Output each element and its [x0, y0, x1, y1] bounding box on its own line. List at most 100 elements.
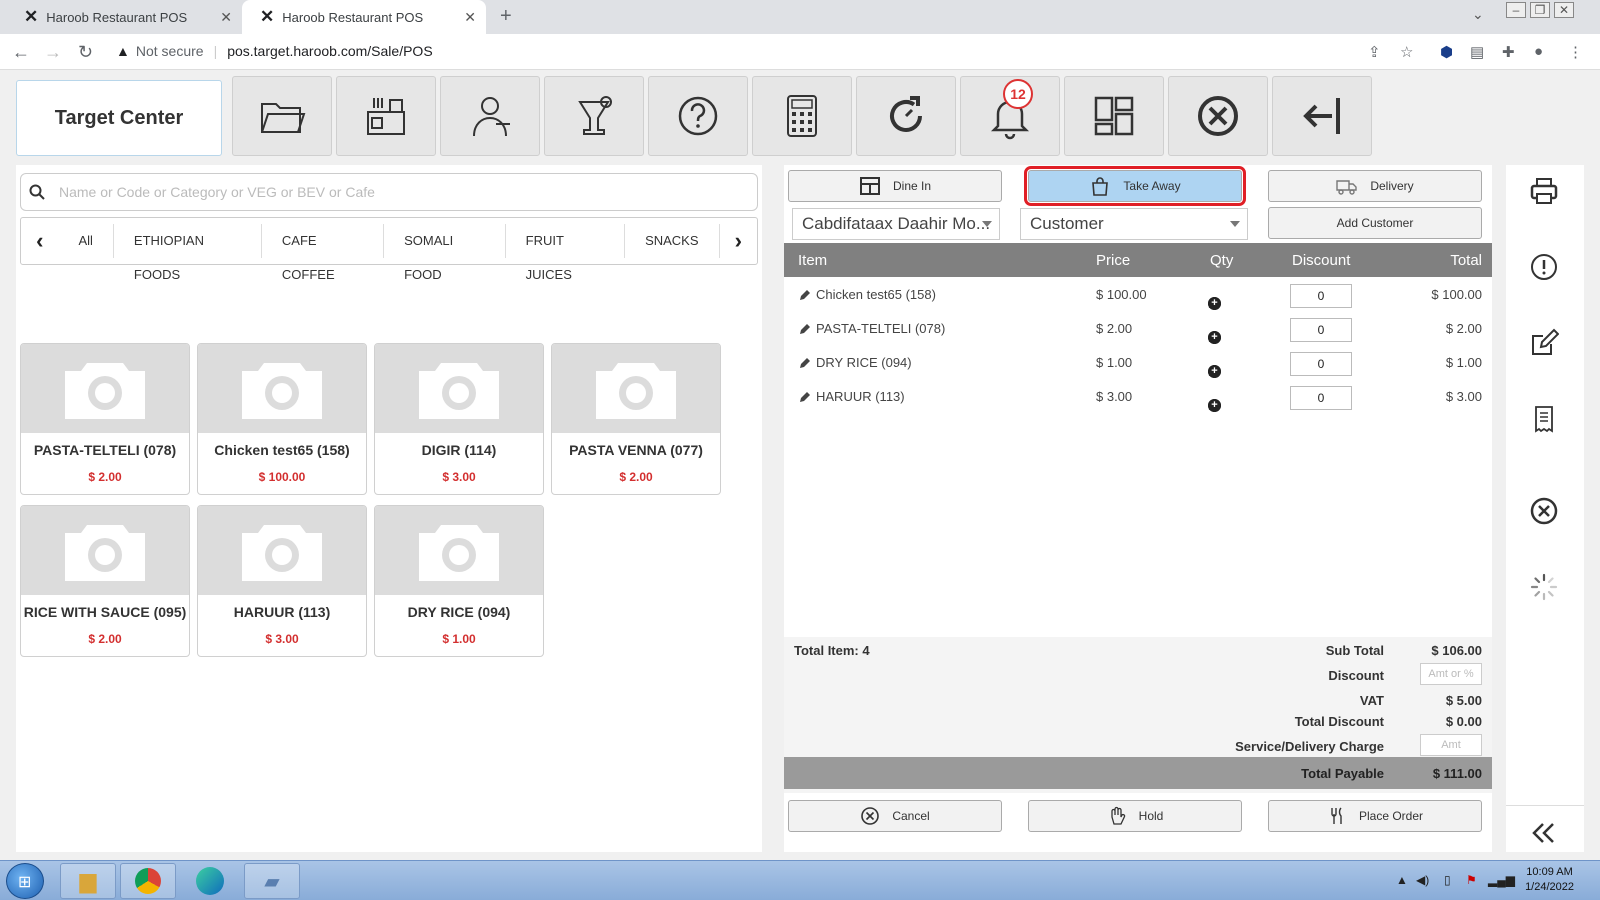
forward-arrow-icon[interactable]: → — [44, 42, 62, 63]
clock-date: 1/24/2022 — [1525, 881, 1574, 893]
open-folder-button[interactable] — [232, 76, 332, 156]
delivery-button[interactable]: Delivery — [1268, 170, 1482, 202]
receipt-button[interactable] — [1528, 403, 1560, 435]
order-item-total: $ 1.00 — [1445, 355, 1482, 370]
close-session-button[interactable] — [1168, 76, 1268, 156]
close-window-icon[interactable]: ✕ — [1554, 2, 1574, 18]
receipt-icon — [1535, 406, 1553, 433]
kitchen-button[interactable] — [336, 76, 436, 156]
category-ethiopian-foods[interactable]: ETHIOPIAN FOODS — [114, 224, 262, 282]
category-snacks[interactable]: SNACKS — [625, 224, 720, 258]
take-away-button[interactable]: Take Away — [1024, 166, 1246, 206]
bar-drinks-button[interactable] — [544, 76, 644, 156]
order-item-total: $ 3.00 — [1445, 389, 1482, 404]
void-button[interactable] — [1528, 495, 1560, 527]
minimize-window-icon[interactable]: – — [1506, 2, 1526, 18]
help-button[interactable] — [648, 76, 748, 156]
column-item: Item — [798, 252, 828, 269]
product-image — [375, 344, 543, 433]
product-card[interactable]: PASTA VENNA (077) $ 2.00 — [551, 343, 721, 495]
dashboard-button[interactable] — [1064, 76, 1164, 156]
customer-select[interactable]: Customer — [1020, 208, 1248, 240]
logout-button[interactable] — [1272, 76, 1372, 156]
taskbar-notepad[interactable]: ▰ — [244, 863, 300, 899]
discount-input[interactable]: 0 — [1290, 352, 1352, 376]
chevron-right-icon[interactable]: › — [720, 228, 757, 254]
waiter-select[interactable]: Cabdifataax Daahir Mo... — [792, 208, 1000, 240]
plus-circle-icon[interactable]: + — [1208, 399, 1221, 412]
bookmark-star-icon[interactable]: ☆ — [1400, 43, 1413, 61]
category-all[interactable]: All — [58, 224, 114, 258]
tab-close-icon[interactable]: ✕ — [220, 9, 232, 26]
profile-avatar-icon[interactable]: ● — [1534, 43, 1543, 60]
new-tab-icon[interactable]: + — [500, 5, 512, 28]
edit-pencil-icon[interactable] — [798, 357, 811, 370]
add-customer-button[interactable]: Add Customer — [1268, 207, 1482, 239]
category-cafe-coffee[interactable]: CAFE COFFEE — [262, 224, 385, 282]
url-field[interactable]: ▲ Not secure | pos.target.haroob.com/Sal… — [116, 43, 433, 59]
extension-shield-icon[interactable]: ⬢ — [1440, 43, 1453, 61]
product-card[interactable]: HARUUR (113) $ 3.00 — [197, 505, 367, 657]
taskbar-explorer[interactable]: ▆ — [60, 863, 116, 899]
discount-input[interactable]: 0 — [1290, 318, 1352, 342]
place-order-button[interactable]: Place Order — [1268, 800, 1482, 832]
category-fruit-juices[interactable]: FRUIT JUICES — [506, 224, 626, 282]
category-somali-food[interactable]: SOMALI FOOD — [384, 224, 506, 282]
browser-tab-active[interactable]: ✕ Haroob Restaurant POS ✕ — [242, 0, 486, 34]
plus-circle-icon[interactable]: + — [1208, 365, 1221, 378]
chevron-left-icon[interactable]: ‹ — [21, 228, 58, 254]
reload-icon[interactable]: ↻ — [78, 42, 93, 63]
print-button[interactable] — [1528, 175, 1560, 207]
clipboard-icon[interactable]: ▤ — [1470, 43, 1484, 61]
taskbar-chrome[interactable] — [120, 863, 176, 899]
search-input[interactable] — [59, 184, 659, 200]
system-clock[interactable]: 10:09 AM 1/24/2022 — [1525, 865, 1574, 895]
share-icon[interactable]: ⇪ — [1368, 43, 1381, 61]
battery-icon[interactable]: ▯ — [1444, 873, 1451, 887]
extensions-puzzle-icon[interactable]: ✚ — [1502, 43, 1515, 61]
cancel-circle-icon — [861, 807, 880, 825]
dine-in-button[interactable]: Dine In — [788, 170, 1002, 202]
action-center-flag-icon[interactable]: ⚑ — [1466, 873, 1477, 887]
folder-icon — [261, 103, 306, 133]
plus-circle-icon[interactable]: + — [1208, 297, 1221, 310]
tab-search-chevron-icon[interactable]: ⌄ — [1472, 6, 1484, 23]
order-item-total: $ 2.00 — [1445, 321, 1482, 336]
product-card[interactable]: RICE WITH SAUCE (095) $ 2.00 — [20, 505, 190, 657]
order-discount-input[interactable]: Amt or % — [1420, 663, 1482, 685]
browser-menu-icon[interactable]: ⋮ — [1568, 43, 1583, 61]
back-arrow-icon[interactable]: ← — [12, 42, 30, 63]
order-row: Chicken test65 (158) $ 100.00 −1+ 0 $ 10… — [784, 278, 1492, 312]
discount-input[interactable]: 0 — [1290, 386, 1352, 410]
edit-pencil-icon[interactable] — [798, 289, 811, 302]
refresh-timer-button[interactable] — [856, 76, 956, 156]
tab-close-icon[interactable]: ✕ — [464, 9, 476, 26]
order-row: DRY RICE (094) $ 1.00 −1+ 0 $ 1.00 — [784, 346, 1492, 380]
volume-icon[interactable]: ◀) — [1416, 873, 1429, 887]
product-card[interactable]: DRY RICE (094) $ 1.00 — [374, 505, 544, 657]
waiter-button[interactable] — [440, 76, 540, 156]
plus-circle-icon[interactable]: + — [1208, 331, 1221, 344]
product-card[interactable]: DIGIR (114) $ 3.00 — [374, 343, 544, 495]
drink-icon — [578, 96, 612, 135]
discount-input[interactable]: 0 — [1290, 284, 1352, 308]
collapse-button[interactable] — [1528, 817, 1560, 849]
network-signal-icon[interactable]: ▂▄▆ — [1488, 873, 1515, 887]
browser-tab[interactable]: ✕ Haroob Restaurant POS ✕ — [6, 0, 242, 34]
restore-window-icon[interactable]: ❐ — [1530, 2, 1550, 18]
product-card[interactable]: PASTA-TELTELI (078) $ 2.00 — [20, 343, 190, 495]
taskbar-edge[interactable] — [182, 863, 238, 899]
edit-order-button[interactable] — [1528, 327, 1560, 359]
edit-pencil-icon[interactable] — [798, 391, 811, 404]
tray-arrow-icon[interactable]: ▲ — [1396, 873, 1408, 887]
calculator-button[interactable] — [752, 76, 852, 156]
info-button[interactable] — [1528, 251, 1560, 283]
edit-pencil-icon[interactable] — [798, 323, 811, 336]
product-card[interactable]: Chicken test65 (158) $ 100.00 — [197, 343, 367, 495]
notifications-button[interactable]: 12 — [960, 76, 1060, 156]
cancel-button[interactable]: Cancel — [788, 800, 1002, 832]
hold-button[interactable]: Hold — [1028, 800, 1242, 832]
category-bar: ‹ All ETHIOPIAN FOODS CAFE COFFEE SOMALI… — [20, 217, 758, 282]
start-button[interactable]: ⊞ — [6, 863, 44, 899]
service-charge-input[interactable]: Amt — [1420, 734, 1482, 756]
